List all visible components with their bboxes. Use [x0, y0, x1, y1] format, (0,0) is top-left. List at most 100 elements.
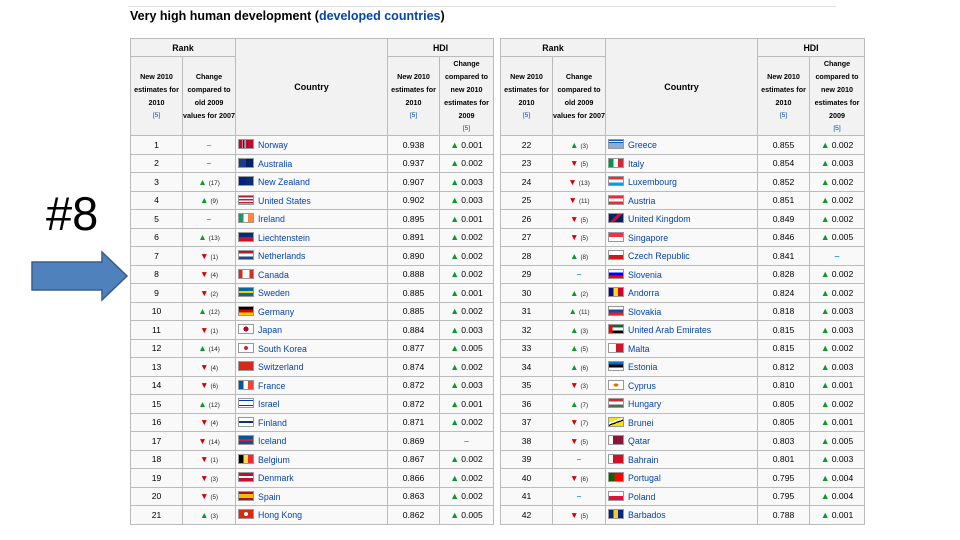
country-link-france[interactable]: France: [258, 381, 285, 391]
up-arrow-icon: ▲: [820, 417, 830, 428]
hdi-value-cell: 0.902: [387, 190, 441, 210]
rank-cell: 8: [130, 264, 183, 284]
country-link-israel[interactable]: Israel: [258, 399, 280, 409]
table-row: 39– Bahrain 0.801 ▲ 0.003: [500, 449, 866, 469]
country-link-cyprus[interactable]: Cyprus: [628, 381, 656, 391]
country-link-qatar[interactable]: Qatar: [628, 436, 650, 446]
country-link-bahrain[interactable]: Bahrain: [628, 455, 658, 465]
country-link-luxembourg[interactable]: Luxembourg: [628, 177, 677, 187]
rank-cell: 16: [130, 412, 183, 432]
country-link-hungary[interactable]: Hungary: [628, 399, 661, 409]
country-link-iceland[interactable]: Iceland: [258, 436, 286, 446]
hdi-new-estimates-header[interactable]: New 2010 estimates for 2010 [5]: [387, 56, 441, 136]
country-link-canada[interactable]: Canada: [258, 270, 289, 280]
country-cell: Netherlands: [235, 246, 389, 266]
up-arrow-icon: ▲: [450, 213, 460, 224]
country-link-czech-republic[interactable]: Czech Republic: [628, 251, 690, 261]
country-link-united-states[interactable]: United States: [258, 196, 311, 206]
rank-cell: 37: [500, 412, 553, 432]
country-link-brunei[interactable]: Brunei: [628, 418, 653, 428]
country-link-slovakia[interactable]: Slovakia: [628, 307, 661, 317]
country-link-italy[interactable]: Italy: [628, 159, 644, 169]
country-link-south-korea[interactable]: South Korea: [258, 344, 307, 354]
rank-header[interactable]: Rank: [129, 38, 237, 57]
country-link-germany[interactable]: Germany: [258, 307, 294, 317]
country-link-belgium[interactable]: Belgium: [258, 455, 290, 465]
country-link-australia[interactable]: Australia: [258, 159, 292, 169]
country-link-malta[interactable]: Malta: [628, 344, 650, 354]
rank-cell: 1: [130, 135, 183, 155]
table-row: 26 ▼ (5) United Kingdom 0.849 ▲ 0.002: [500, 209, 866, 229]
country-header[interactable]: Country: [605, 38, 759, 136]
country-header[interactable]: Country: [235, 38, 389, 136]
sweden-flag-icon: [238, 287, 255, 298]
country-link-new-zealand[interactable]: New Zealand: [258, 177, 310, 187]
country-link-slovenia[interactable]: Slovenia: [628, 270, 662, 280]
hdi-value-cell: 0.871: [387, 412, 441, 432]
bahrain-flag-icon: [608, 453, 625, 464]
country-link-netherlands[interactable]: Netherlands: [258, 251, 305, 261]
rank-change-cell: ▼ (1): [181, 320, 237, 340]
table-row: 29– Slovenia 0.828 ▲ 0.002: [500, 264, 866, 284]
down-arrow-icon: ▼: [569, 232, 579, 243]
country-link-spain[interactable]: Spain: [258, 492, 281, 502]
country-link-estonia[interactable]: Estonia: [628, 362, 657, 372]
hdi-value-cell: 0.795: [757, 468, 811, 488]
table-row: 40 ▼ (6) Portugal 0.795 ▲ 0.004: [500, 468, 866, 488]
country-link-united-arab-emirates[interactable]: United Arab Emirates: [628, 325, 711, 335]
rank-change-amount: (1): [210, 457, 219, 465]
hdi-new-estimates-header[interactable]: New 2010 estimates for 2010 [5]: [757, 56, 811, 136]
country-link-liechtenstein[interactable]: Liechtenstein: [258, 233, 310, 243]
hdi-value-cell: 0.888: [387, 264, 441, 284]
hdi-change-amount: 0.001: [831, 417, 854, 428]
country-link-finland[interactable]: Finland: [258, 418, 287, 428]
rank-change-header[interactable]: Change compared to old 2009 values for 2…: [181, 56, 237, 136]
hdi-change-amount: 0.003: [831, 454, 854, 465]
rank-change-header[interactable]: Change compared to old 2009 values for 2…: [551, 56, 607, 136]
rank-change-cell: ▼ (5): [181, 486, 237, 506]
rank-cell: 9: [130, 283, 183, 303]
hdi-value-cell: 0.818: [757, 301, 811, 321]
rank-new-estimates-header[interactable]: New 2010 estimates for 2010 [5]: [500, 56, 553, 136]
country-link-andorra[interactable]: Andorra: [628, 288, 659, 298]
developed-countries-link[interactable]: developed countries: [319, 9, 441, 23]
down-arrow-icon: ▼: [568, 195, 577, 206]
rank-new-estimates-header[interactable]: New 2010 estimates for 2010 [5]: [130, 56, 183, 136]
country-link-barbados[interactable]: Barbados: [628, 510, 666, 520]
rank-cell: 19: [130, 468, 183, 488]
country-link-austria[interactable]: Austria: [628, 196, 655, 206]
hdi-value-cell: 0.869: [387, 431, 441, 451]
up-arrow-icon: ▲: [450, 361, 460, 372]
hdi-change-header[interactable]: Change compared to new 2010 estimates fo…: [809, 56, 866, 136]
country-cell: Singapore: [605, 227, 759, 247]
country-link-united-kingdom[interactable]: United Kingdom: [628, 214, 691, 224]
country-link-singapore[interactable]: Singapore: [628, 233, 668, 243]
hdi-change-header[interactable]: Change compared to new 2010 estimates fo…: [439, 56, 495, 136]
country-link-portugal[interactable]: Portugal: [628, 473, 661, 483]
netherlands-flag-icon: [238, 250, 255, 261]
rank-change-cell: –: [551, 486, 607, 506]
hdi-header[interactable]: HDI: [387, 38, 495, 57]
rank-change-cell: ▲ (11): [551, 301, 607, 321]
country-link-denmark[interactable]: Denmark: [258, 473, 294, 483]
country-link-sweden[interactable]: Sweden: [258, 288, 290, 298]
rank-header[interactable]: Rank: [499, 38, 607, 57]
country-link-hong-kong[interactable]: Hong Kong: [258, 510, 302, 520]
country-link-poland[interactable]: Poland: [628, 492, 655, 502]
country-link-ireland[interactable]: Ireland: [258, 214, 285, 224]
country-cell: Finland: [235, 412, 389, 432]
table-row: 7 ▼ (1) Netherlands 0.890 ▲ 0.002: [130, 246, 495, 266]
country-link-japan[interactable]: Japan: [258, 325, 282, 335]
hdi-value-cell: 0.805: [757, 412, 811, 432]
hdi-header[interactable]: HDI: [757, 38, 866, 57]
heading-prefix: Very high human development (: [130, 9, 319, 23]
hdi-table-left-body: 1– Norway 0.938 ▲ 0.001 2– Australia 0.937 ▲ 0.00…: [130, 135, 495, 525]
rank-change-cell: ▲ (12): [181, 301, 237, 321]
country-link-norway[interactable]: Norway: [258, 140, 288, 150]
country-link-switzerland[interactable]: Switzerland: [258, 362, 303, 372]
country-link-greece[interactable]: Greece: [628, 140, 657, 150]
malta-flag-icon: [608, 342, 625, 353]
hdi-change-cell: ▲ 0.002: [809, 209, 866, 229]
hdi-change-cell: ▲ 0.003: [809, 449, 866, 469]
up-arrow-icon: ▲: [569, 398, 579, 409]
